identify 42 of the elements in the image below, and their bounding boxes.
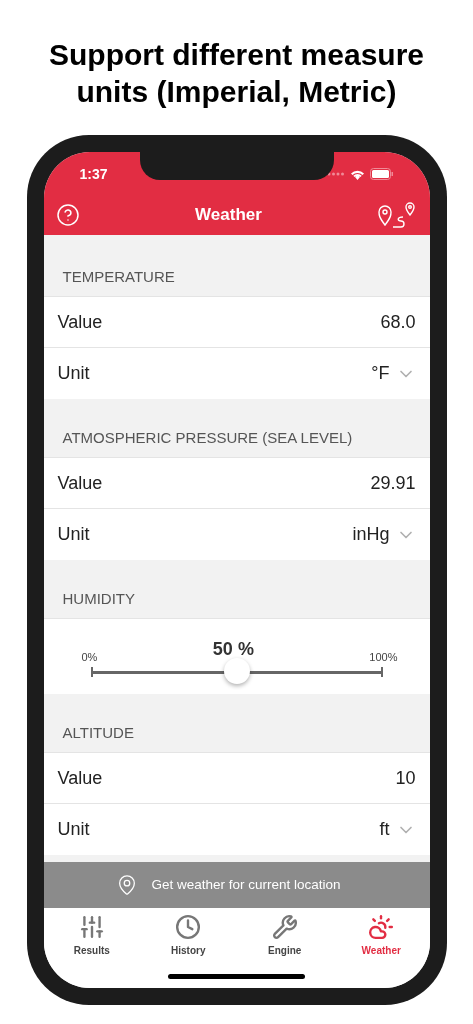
row-value: °F: [371, 362, 390, 385]
wifi-icon: [349, 168, 365, 180]
section-header: ATMOSPHERIC PRESSURE (SEA LEVEL): [62, 427, 353, 448]
banner-label: Get weather for current location: [151, 875, 341, 894]
form-row[interactable]: Value 68.0: [43, 297, 430, 348]
section-header: TEMPERATURE: [62, 266, 175, 287]
wrench-icon: [271, 914, 298, 940]
slider-reading: 50 %: [212, 638, 254, 661]
row-label: Value: [57, 471, 103, 495]
section-header: ALTITUDE: [62, 722, 134, 743]
tab-bar-item[interactable]: Results: [43, 908, 140, 958]
row-label: Unit: [57, 362, 90, 385]
row-value: inHg: [352, 523, 390, 546]
section-header: HUMIDITY: [62, 588, 135, 609]
row-label: Value: [57, 766, 103, 790]
tab-bar-item[interactable]: Engine: [236, 908, 333, 958]
nav-title: Weather: [195, 203, 262, 226]
headline: Support different measure units (Imperial, Metric): [47, 37, 426, 110]
sliders-icon: [78, 914, 105, 940]
battery-icon: [369, 168, 394, 180]
tab-bar-item[interactable]: Weather: [333, 908, 430, 958]
form-row[interactable]: Unit °F: [43, 348, 430, 399]
row-value: ft: [379, 818, 390, 841]
tab-bar-item[interactable]: History: [140, 908, 237, 958]
form-row[interactable]: Unit inHg: [43, 509, 430, 560]
slider-thumb[interactable]: [223, 658, 250, 684]
form-row[interactable]: Unit ft: [43, 804, 430, 855]
row-label: Unit: [57, 523, 90, 546]
row-value: 68.0: [380, 310, 416, 334]
form-row[interactable]: Value 29.91: [43, 458, 430, 509]
form-row[interactable]: Value 10: [43, 753, 430, 804]
row-value: 10: [395, 766, 416, 790]
row-label: Unit: [57, 818, 90, 841]
status-time: 1:37: [79, 164, 108, 184]
row-label: Value: [57, 310, 103, 334]
cloud-sun-icon: [368, 914, 395, 940]
help-icon[interactable]: [55, 202, 80, 227]
row-value: 29.91: [370, 471, 416, 495]
map-route-icon[interactable]: [377, 200, 418, 229]
min-label: 0%: [81, 649, 98, 665]
max-label: 100%: [369, 649, 398, 665]
clock-icon: [175, 914, 202, 940]
